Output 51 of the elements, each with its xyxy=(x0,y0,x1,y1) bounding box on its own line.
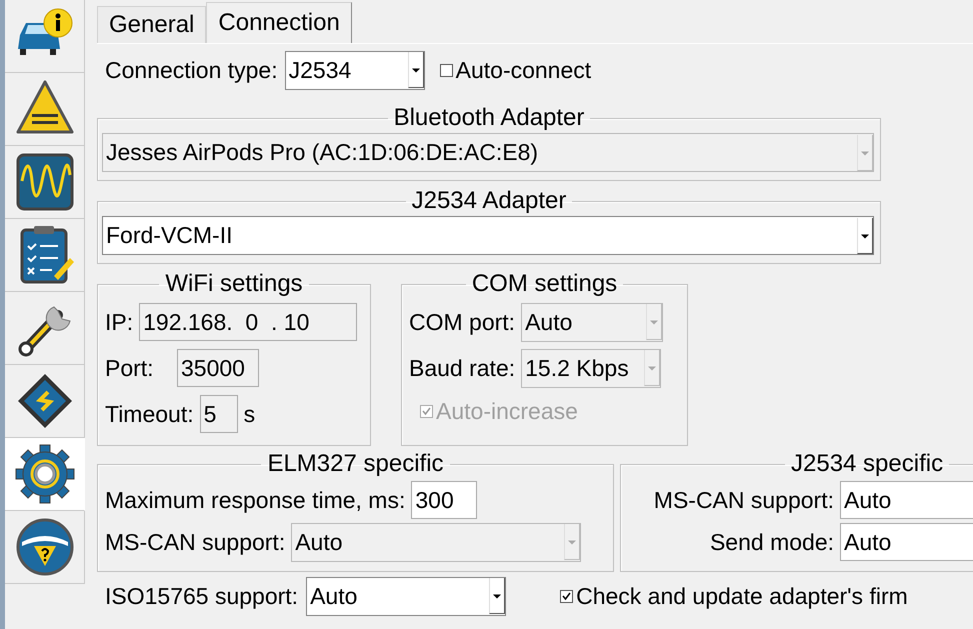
tab[interactable]: Connection xyxy=(206,2,352,43)
field-label: MS-CAN support: xyxy=(652,486,834,514)
group-title: ELM327 specific xyxy=(266,450,445,478)
send-mode-field[interactable]: Auto xyxy=(840,523,973,561)
sidebar-item[interactable] xyxy=(5,73,85,146)
field-label: Baud rate: xyxy=(409,354,516,382)
iso15765-dropdown[interactable]: Auto xyxy=(306,576,506,616)
response-time-field[interactable]: 300 xyxy=(411,481,478,519)
sidebar-item[interactable] xyxy=(5,146,85,219)
field-label: Send mode: xyxy=(708,528,834,556)
checkbox[interactable] xyxy=(440,64,453,76)
sidebar-item[interactable] xyxy=(5,511,85,584)
field-label: Maximum response time, ms: xyxy=(105,486,406,514)
field-label: Timeout: xyxy=(105,400,194,428)
checkbox-label: Check and update adapter's firm xyxy=(576,582,908,610)
port-field[interactable]: 35000 xyxy=(177,349,259,387)
group-title: Bluetooth Adapter xyxy=(392,104,586,132)
dropdown-arrow-icon xyxy=(646,304,662,340)
dropdown-arrow-icon xyxy=(857,134,873,170)
dropdown-arrow-icon xyxy=(489,578,506,614)
sidebar-item[interactable] xyxy=(5,292,85,365)
sidebar-item[interactable] xyxy=(5,0,85,73)
oscilloscope-icon xyxy=(14,151,76,213)
dropdown-arrow-icon xyxy=(857,218,873,254)
ip-field[interactable]: 192.168. 0 . 10 xyxy=(139,303,358,341)
checkbox-label: Auto-connect xyxy=(456,56,592,84)
group-title: WiFi settings xyxy=(164,270,304,298)
timeout-field[interactable]: 5 xyxy=(200,395,238,433)
sidebar-item[interactable] xyxy=(5,219,85,292)
field-label: MS-CAN support: xyxy=(105,528,286,556)
tab[interactable]: General xyxy=(97,6,206,43)
field-label: COM port: xyxy=(409,308,516,336)
field-label: ISO15765 support: xyxy=(105,582,298,610)
group-title: J2534 Adapter xyxy=(410,187,568,215)
checkbox-label: Auto-increase xyxy=(436,398,578,424)
gear-icon xyxy=(14,443,76,505)
group-title: COM settings xyxy=(470,270,618,298)
field-label: Connection type: xyxy=(105,56,278,84)
group-title: J2534 specific xyxy=(790,450,944,478)
field-label: IP: xyxy=(105,308,134,336)
dropdown-arrow-icon xyxy=(564,524,580,560)
unit-label: s xyxy=(244,400,256,428)
adapter-dropdown[interactable]: Ford-VCM-II xyxy=(102,216,874,255)
checkbox[interactable] xyxy=(560,590,574,602)
field-label: Port: xyxy=(105,354,155,382)
dropdown-arrow-icon xyxy=(408,52,424,88)
ms-can-field[interactable]: Auto xyxy=(840,481,973,519)
steering-wheel-help-icon xyxy=(14,516,76,578)
sidebar-item[interactable] xyxy=(5,365,85,438)
connection-type-dropdown[interactable]: J2534 xyxy=(284,50,425,90)
dropdown-arrow-icon xyxy=(644,350,660,386)
